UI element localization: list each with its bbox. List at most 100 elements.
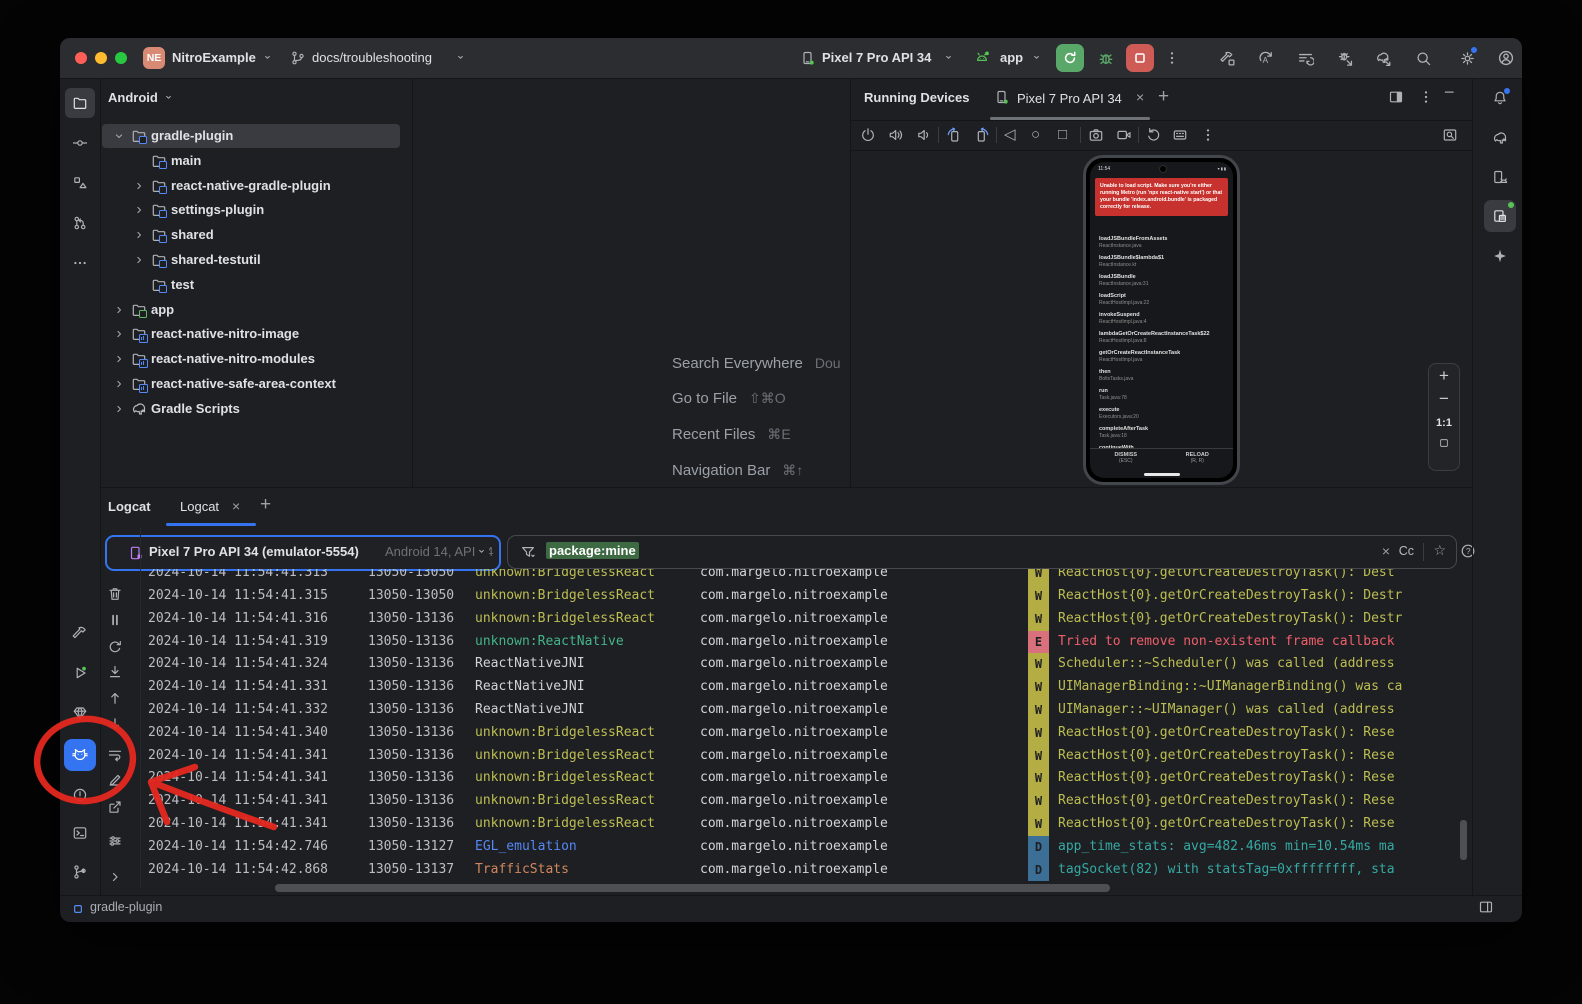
run-play-icon[interactable] xyxy=(72,665,88,681)
panel-options-kebab-icon[interactable] xyxy=(1418,89,1434,105)
build-hammer-icon[interactable] xyxy=(72,625,88,641)
reload-button[interactable]: RELOAD (R, R) xyxy=(1162,449,1234,470)
device-tab-label[interactable]: Pixel 7 Pro API 34 xyxy=(1017,91,1122,106)
gradle-elephant-icon[interactable] xyxy=(1492,130,1508,146)
tree-chevron-icon[interactable] xyxy=(113,378,125,390)
running-devices-icon[interactable] xyxy=(1492,208,1508,224)
expand-more-chevron-icon[interactable] xyxy=(107,869,123,885)
logcat-row[interactable]: 2024-10-14 11:54:41.34113050-13136unknow… xyxy=(140,813,1458,836)
stop-button[interactable] xyxy=(1126,44,1154,72)
debug-bug-icon[interactable] xyxy=(1097,49,1115,67)
tree-chevron-icon[interactable] xyxy=(133,180,145,192)
volume-down-icon[interactable] xyxy=(916,127,932,143)
zoom-fit-button[interactable] xyxy=(1429,436,1459,454)
logcat-output[interactable]: 2024-10-14 11:54:41.31313050-13050unknow… xyxy=(140,569,1458,883)
logcat-row[interactable]: 2024-10-14 11:54:41.32413050-13136ReactN… xyxy=(140,653,1458,676)
logcat-row[interactable]: 2024-10-14 11:54:42.86813050-13137Traffi… xyxy=(140,859,1458,882)
logcat-row[interactable]: 2024-10-14 11:54:41.31313050-13050unknow… xyxy=(140,569,1458,585)
logcat-row[interactable]: 2024-10-14 11:54:41.34013050-13136unknow… xyxy=(140,722,1458,745)
problems-icon[interactable] xyxy=(72,787,88,803)
profiler-bug-icon[interactable] xyxy=(1337,50,1354,67)
tree-item-react-native-nitro-modules[interactable]: react-native-nitro-modules xyxy=(60,347,412,371)
terminal-icon[interactable] xyxy=(72,825,88,841)
back-icon[interactable]: ◁ xyxy=(1004,127,1016,143)
tree-chevron-icon[interactable] xyxy=(133,254,145,266)
run-tasks-list-icon[interactable] xyxy=(1297,50,1314,67)
layout-pane-icon[interactable] xyxy=(1388,89,1404,105)
previous-occurrence-icon[interactable] xyxy=(107,690,123,706)
logcat-row[interactable]: 2024-10-14 11:54:41.34113050-13136unknow… xyxy=(140,790,1458,813)
logcat-row[interactable]: 2024-10-14 11:54:41.31513050-13050unknow… xyxy=(140,585,1458,608)
soft-wrap-icon[interactable] xyxy=(107,747,123,763)
snippets-icon[interactable] xyxy=(1172,127,1188,143)
screen-record-icon[interactable] xyxy=(1116,127,1132,143)
logcat-row[interactable]: 2024-10-14 11:54:41.31913050-13136unknow… xyxy=(140,631,1458,654)
home-icon[interactable]: ○ xyxy=(1031,127,1040,143)
tree-item-react-native-nitro-image[interactable]: react-native-nitro-image xyxy=(60,322,412,346)
clear-filter-icon[interactable]: × xyxy=(1382,543,1390,559)
tree-item-Gradle Scripts[interactable]: Gradle Scripts xyxy=(60,397,412,421)
tree-item-settings-plugin[interactable]: settings-plugin xyxy=(60,198,412,222)
restart-icon[interactable] xyxy=(1146,127,1162,143)
edit-filter-icon[interactable] xyxy=(107,772,123,788)
filter-funnel-icon[interactable] xyxy=(520,544,536,560)
logcat-tab[interactable]: Logcat xyxy=(180,499,219,514)
tree-item-main[interactable]: main xyxy=(60,149,412,173)
export-logs-icon[interactable] xyxy=(107,799,123,815)
tree-item-app[interactable]: app xyxy=(60,298,412,322)
gemini-sparkle-icon[interactable] xyxy=(1492,248,1508,264)
horizontal-scrollbar-thumb[interactable] xyxy=(275,884,1110,892)
logcat-filter-field[interactable]: package:mine × Cc ☆ xyxy=(507,535,1457,569)
tree-item-react-native-gradle-plugin[interactable]: react-native-gradle-plugin xyxy=(60,174,412,198)
logcat-cat-icon[interactable] xyxy=(72,747,88,763)
logcat-row[interactable]: 2024-10-14 11:54:41.34113050-13136unknow… xyxy=(140,767,1458,790)
run-configuration[interactable]: app xyxy=(1000,50,1023,65)
logcat-row[interactable]: 2024-10-14 11:54:41.33113050-13136ReactN… xyxy=(140,676,1458,699)
screenshot-camera-icon[interactable] xyxy=(1088,127,1104,143)
next-occurrence-icon[interactable] xyxy=(107,716,123,732)
search-icon[interactable] xyxy=(1415,50,1432,67)
logcat-device-selector[interactable]: Pixel 7 Pro API 34 (emulator-5554) Andro… xyxy=(105,535,501,571)
add-logcat-tab-icon[interactable]: + xyxy=(260,494,271,516)
logcat-row[interactable]: 2024-10-14 11:54:42.74613050-13127EGL_em… xyxy=(140,836,1458,859)
close-device-tab-icon[interactable]: × xyxy=(1136,89,1144,105)
tree-item-test[interactable]: test xyxy=(60,273,412,297)
volume-up-icon[interactable] xyxy=(888,127,904,143)
clear-logcat-trash-icon[interactable] xyxy=(107,586,123,602)
tree-chevron-icon[interactable] xyxy=(133,204,145,216)
rotate-right-icon[interactable] xyxy=(974,127,990,143)
power-icon[interactable] xyxy=(860,127,876,143)
emulator-kebab-icon[interactable] xyxy=(1200,127,1216,143)
gradle-sync-elephant-icon[interactable] xyxy=(1375,50,1392,67)
pause-logcat-icon[interactable] xyxy=(107,612,123,628)
logcat-settings-sliders-icon[interactable] xyxy=(107,833,123,849)
tree-item-shared[interactable]: shared xyxy=(60,223,412,247)
emulator-phone-frame[interactable]: 11:54 ▾▮▮ Unable to load script. Make su… xyxy=(1083,155,1240,485)
help-icon[interactable]: ? xyxy=(1460,543,1476,559)
filter-query-chip[interactable]: package:mine xyxy=(546,542,639,559)
panel-toggle-icon[interactable] xyxy=(1478,899,1494,915)
vertical-scrollbar-thumb[interactable] xyxy=(1460,820,1467,860)
tree-item-shared-testutil[interactable]: shared-testutil xyxy=(60,248,412,272)
tree-chevron-icon[interactable] xyxy=(113,130,125,142)
favorite-filter-star-icon[interactable]: ☆ xyxy=(1433,542,1446,559)
device-manager-icon[interactable] xyxy=(1492,169,1508,185)
zoom-ratio-button[interactable]: 1:1 xyxy=(1429,410,1459,436)
close-logcat-tab-icon[interactable]: × xyxy=(232,498,240,514)
rotate-left-icon[interactable] xyxy=(946,127,962,143)
rerun-button[interactable] xyxy=(1056,44,1084,72)
logcat-row[interactable]: 2024-10-14 11:54:41.34113050-13136unknow… xyxy=(140,745,1458,768)
restart-logcat-icon[interactable] xyxy=(107,639,123,655)
hide-panel-icon[interactable]: − xyxy=(1444,82,1455,103)
match-case-toggle[interactable]: Cc xyxy=(1399,544,1414,558)
dismiss-button[interactable]: DISMISS (ESC) xyxy=(1090,449,1162,470)
zoom-out-button[interactable]: − xyxy=(1429,388,1459,410)
logcat-row[interactable]: 2024-10-14 11:54:41.31613050-13136unknow… xyxy=(140,608,1458,631)
add-device-tab-icon[interactable]: + xyxy=(1158,86,1169,108)
version-control-icon[interactable] xyxy=(72,864,88,880)
profile-avatar-icon[interactable] xyxy=(1497,49,1515,67)
emulator-screen[interactable]: 11:54 ▾▮▮ Unable to load script. Make su… xyxy=(1090,162,1233,478)
scroll-to-end-icon[interactable] xyxy=(107,664,123,680)
tree-chevron-icon[interactable] xyxy=(113,304,125,316)
screen-search-icon[interactable] xyxy=(1442,127,1458,143)
